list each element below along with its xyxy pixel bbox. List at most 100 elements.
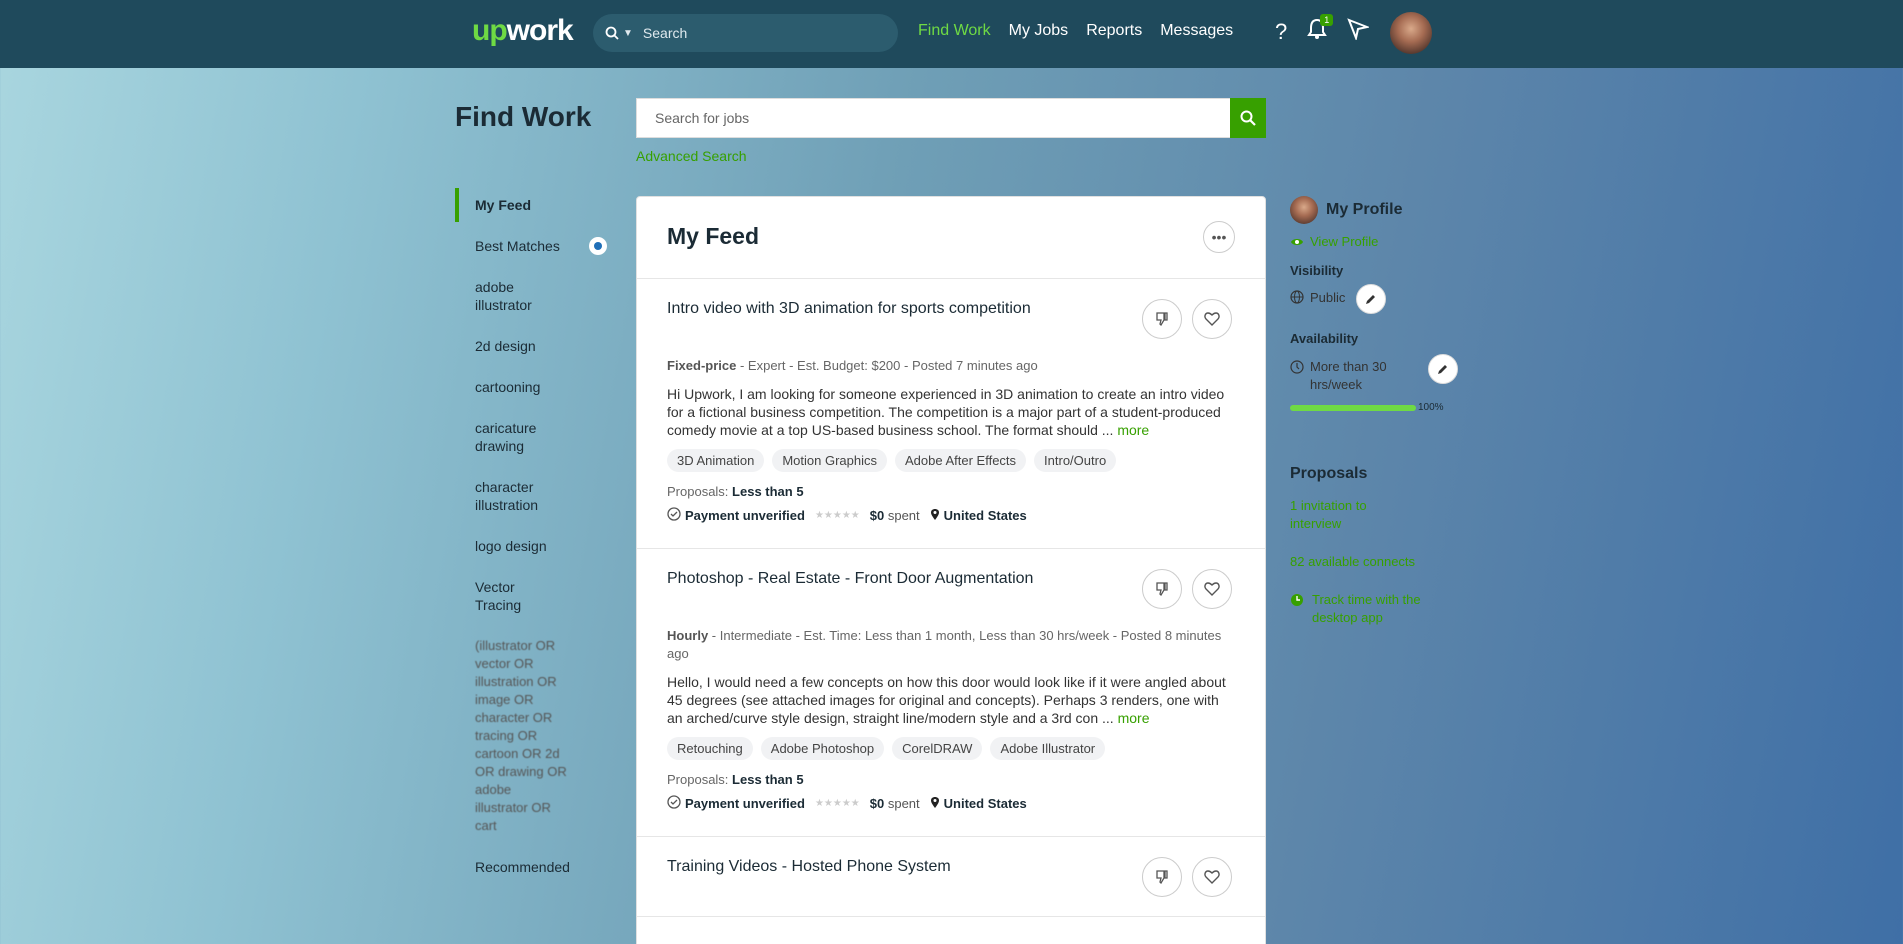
heart-icon <box>1204 582 1220 596</box>
sidebar-item-best-matches[interactable]: Best Matches <box>455 237 615 255</box>
sidebar-item-logo-design[interactable]: logo design <box>455 537 615 555</box>
invitations-link[interactable]: 1 invitation to interview <box>1290 497 1390 533</box>
page-title: Find Work <box>455 101 592 132</box>
job-card[interactable]: Intro video with 3D animation for sports… <box>637 279 1265 549</box>
job-description: Hello, I would need a few concepts on ho… <box>667 674 1226 726</box>
heart-icon <box>1204 870 1220 884</box>
skill-tag[interactable]: 3D Animation <box>667 449 765 472</box>
job-meta: Fixed-price - Expert - Est. Budget: $200… <box>667 357 1235 375</box>
thumbs-down-icon <box>1156 312 1168 326</box>
completeness-bar <box>1290 404 1416 411</box>
heart-icon <box>1204 312 1220 326</box>
save-job-button[interactable] <box>1192 299 1232 339</box>
proposals-heading: Proposals <box>1290 465 1368 482</box>
sidebar-item-my-feed[interactable]: My Feed <box>455 188 615 222</box>
client-rating-stars: ★★★★★ <box>814 510 860 521</box>
advanced-search-link[interactable]: Advanced Search <box>636 148 747 164</box>
completeness-text: 100% <box>1418 402 1444 413</box>
save-job-button[interactable] <box>1192 569 1232 609</box>
dislike-button[interactable] <box>1142 299 1182 339</box>
job-card[interactable]: Training Videos - Hosted Phone System <box>637 837 1265 917</box>
thumbs-down-icon <box>1156 582 1168 596</box>
check-circle-icon <box>667 507 681 524</box>
job-meta-details: - Intermediate - Est. Time: Less than 1 … <box>667 628 1222 661</box>
visibility-value: Public <box>1310 290 1346 305</box>
sidebar-item-cartooning[interactable]: cartooning <box>455 378 615 396</box>
nav-messages[interactable]: Messages <box>1160 22 1233 40</box>
skill-tag[interactable]: Adobe After Effects <box>894 449 1027 472</box>
clock-icon <box>1290 360 1304 374</box>
completeness-fill <box>1290 404 1416 411</box>
skill-tag[interactable]: Motion Graphics <box>772 449 887 472</box>
job-type: Hourly <box>667 628 709 643</box>
location-pin-icon <box>930 508 940 524</box>
feed-header: My Feed ••• <box>637 197 1265 279</box>
skill-tag[interactable]: Intro/Outro <box>1034 449 1117 472</box>
skill-tag[interactable]: Adobe Photoshop <box>760 737 885 760</box>
search-icon <box>605 26 619 40</box>
timer-icon <box>1291 594 1303 606</box>
visibility-setting: Public <box>1290 284 1460 314</box>
job-description: Hi Upwork, I am looking for someone expe… <box>667 386 1225 438</box>
job-feed: My Feed ••• Intro video with 3D animatio… <box>636 196 1266 944</box>
thumbs-down-icon <box>1156 870 1168 884</box>
help-icon[interactable]: ? <box>1275 19 1287 45</box>
notifications-icon[interactable]: 1 <box>1307 14 1334 46</box>
client-info: Payment unverified ★★★★★ $0 spent United… <box>667 507 1235 548</box>
nav-reports[interactable]: Reports <box>1086 22 1142 40</box>
profile-avatar[interactable] <box>1290 196 1318 224</box>
sidebar-item-adobe-illustrator[interactable]: adobe illustrator <box>455 278 565 314</box>
more-link[interactable]: more <box>1117 422 1149 438</box>
pencil-icon <box>1438 365 1447 374</box>
dislike-button[interactable] <box>1142 569 1182 609</box>
save-job-button[interactable] <box>1192 857 1232 897</box>
eye-icon <box>1291 238 1303 245</box>
sidebar-item-vector-tracing[interactable]: Vector Tracing <box>455 578 545 614</box>
more-link[interactable]: more <box>1118 710 1150 726</box>
check-circle-icon <box>667 795 681 812</box>
sidebar-item-character-illustration[interactable]: character illustration <box>455 478 555 514</box>
payment-status: Payment unverified <box>685 508 805 523</box>
job-search-input[interactable]: Search for jobs <box>636 98 1230 138</box>
track-time-link[interactable]: Track time with the desktop app <box>1290 591 1460 627</box>
best-matches-indicator <box>589 237 607 255</box>
skill-tag[interactable]: CorelDRAW <box>892 737 983 760</box>
skill-tag[interactable]: Retouching <box>667 737 753 760</box>
connects-link[interactable]: 82 available connects <box>1290 553 1460 571</box>
feed-title: My Feed <box>667 223 760 249</box>
sidebar-item-boolean-search[interactable]: (illustrator OR vector OR illustration O… <box>455 637 567 835</box>
edit-visibility-button[interactable] <box>1356 284 1386 314</box>
payment-status: Payment unverified <box>685 796 805 811</box>
edit-availability-button[interactable] <box>1428 354 1458 384</box>
location-pin-icon <box>930 796 940 812</box>
job-type: Fixed-price <box>667 358 737 373</box>
chevron-down-icon[interactable]: ▼ <box>623 28 633 39</box>
sidebar-item-caricature-drawing[interactable]: caricature drawing <box>455 419 555 455</box>
availability-setting: More than 30 hrs/week <box>1290 354 1460 394</box>
client-spent: $0 spent <box>869 796 920 811</box>
notification-badge: 1 <box>1320 14 1334 26</box>
job-title[interactable]: Intro video with 3D animation for sports… <box>667 299 1117 319</box>
view-profile-link[interactable]: View Profile <box>1290 234 1460 249</box>
job-search-button[interactable] <box>1230 98 1266 138</box>
global-search-box[interactable]: ▼ Search <box>593 14 898 52</box>
profile-completeness: 100% <box>1290 402 1460 413</box>
job-card[interactable]: Photoshop - Real Estate - Front Door Aug… <box>637 549 1265 837</box>
upwork-logo[interactable]: upwork <box>472 14 574 48</box>
sidebar-item-2d-design[interactable]: 2d design <box>455 337 615 355</box>
nav-find-work[interactable]: Find Work <box>918 22 991 40</box>
nav-my-jobs[interactable]: My Jobs <box>1009 22 1069 40</box>
user-avatar[interactable] <box>1390 12 1432 54</box>
job-meta: Hourly - Intermediate - Est. Time: Less … <box>667 627 1235 663</box>
send-cursor-icon[interactable] <box>1347 18 1371 46</box>
sidebar-item-recommended[interactable]: Recommended <box>455 858 615 876</box>
job-title[interactable]: Photoshop - Real Estate - Front Door Aug… <box>667 569 1117 589</box>
skill-tag[interactable]: Adobe Illustrator <box>990 737 1106 760</box>
availability-value: More than 30 hrs/week <box>1310 359 1387 392</box>
job-title[interactable]: Training Videos - Hosted Phone System <box>667 857 1117 877</box>
pencil-icon <box>1366 295 1375 304</box>
dislike-button[interactable] <box>1142 857 1182 897</box>
feed-options-button[interactable]: ••• <box>1203 221 1235 253</box>
availability-label: Availability <box>1290 331 1359 346</box>
visibility-label: Visibility <box>1290 263 1344 278</box>
